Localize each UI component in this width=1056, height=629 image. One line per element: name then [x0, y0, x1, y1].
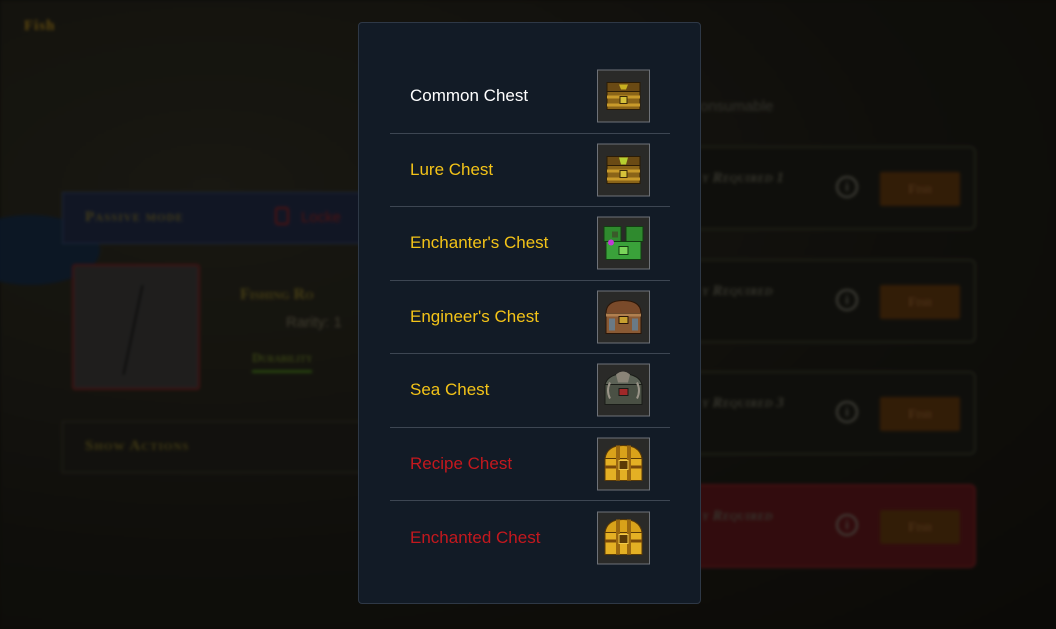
lure-chest-icon: [597, 143, 650, 197]
common-chest-icon: [597, 69, 650, 123]
chest-name: Recipe Chest: [410, 453, 513, 473]
chest-item-sea[interactable]: Sea Chest: [390, 354, 670, 428]
sea-chest-icon: [597, 363, 650, 417]
chest-item-enchanters[interactable]: Enchanter's Chest: [390, 207, 670, 281]
chest-item-enchanted[interactable]: Enchanted Chest: [390, 501, 670, 575]
chest-item-common[interactable]: Common Chest: [390, 60, 670, 134]
enchanters-chest-icon: [597, 216, 650, 270]
engineers-chest-icon: [597, 290, 650, 344]
chest-name: Common Chest: [410, 86, 529, 106]
chest-list: Common Chest Lure Chest Enchanter's Ches…: [390, 60, 670, 575]
chest-item-recipe[interactable]: Recipe Chest: [390, 428, 670, 501]
chest-item-lure[interactable]: Lure Chest: [390, 134, 670, 207]
chest-name: Enchanted Chest: [410, 527, 541, 547]
chest-name: Enchanter's Chest: [410, 233, 549, 253]
chest-name: Engineer's Chest: [410, 306, 539, 326]
chest-name: Sea Chest: [410, 380, 490, 400]
recipe-chest-icon: [597, 437, 650, 491]
chest-selection-modal: Common Chest Lure Chest Enchanter's Ches…: [358, 22, 701, 604]
chest-item-engineers[interactable]: Engineer's Chest: [390, 281, 670, 354]
chest-name: Lure Chest: [410, 159, 494, 179]
enchanted-chest-icon: [597, 511, 650, 565]
